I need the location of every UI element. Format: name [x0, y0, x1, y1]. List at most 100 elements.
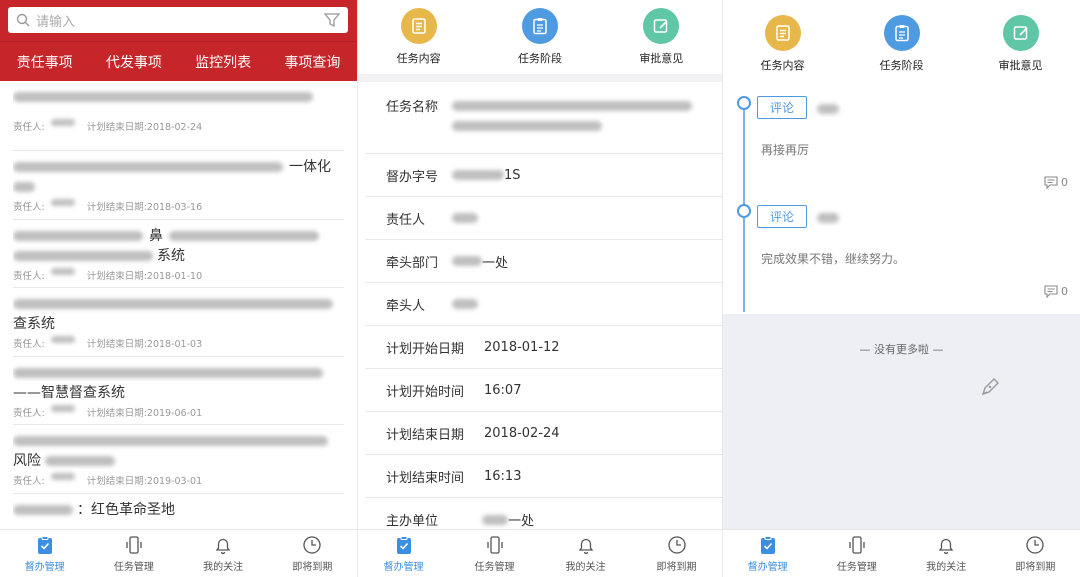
section-task-content[interactable]: 任务内容: [397, 8, 441, 66]
tab-supervise[interactable]: 督办管理: [358, 530, 449, 577]
list-item[interactable]: 鼻 系统 责任人: 计划结束日期:2018-01-10: [13, 220, 344, 288]
due-date: 计划结束日期:2018-02-24: [86, 122, 203, 133]
comment-button[interactable]: 评论: [757, 96, 808, 119]
owner-label: 责任人:: [13, 270, 45, 282]
plan-start-time-row: 计划开始时间 16:07: [366, 369, 722, 412]
list-item[interactable]: 责任人: 计划结束日期:2018-02-24: [13, 81, 344, 151]
tab-my-follow[interactable]: 我的关注: [540, 530, 631, 577]
tab-label: 我的关注: [203, 561, 244, 573]
section-icons: 任务内容 任务阶段 审批意见: [723, 0, 1080, 88]
tab-supervise[interactable]: 督办管理: [0, 530, 89, 577]
owner-label: 责任人:: [13, 339, 45, 350]
field-label: 责任人: [386, 212, 426, 228]
section-label: 审批意见: [998, 59, 1043, 72]
dept-row: 牵头部门 一处: [366, 240, 722, 283]
clipboard-icon: [883, 15, 920, 51]
section-label: 审批意见: [639, 52, 684, 65]
comment-button[interactable]: 评论: [757, 205, 808, 228]
plan-end-date-value: 2018-02-24: [484, 425, 560, 441]
tab-label: 任务管理: [113, 561, 154, 573]
timeline-dot: [737, 96, 751, 110]
tab-my-follow[interactable]: 我的关注: [902, 530, 991, 577]
bottom-tabbar: 督办管理 任务管理 我的关注 即将到期: [723, 529, 1080, 577]
section-task-content[interactable]: 任务内容: [761, 15, 805, 73]
lead-row: 牵头人: [366, 283, 722, 326]
plan-end-time-row: 计划结束时间 16:13: [366, 455, 722, 498]
tab-label: 我的关注: [565, 561, 606, 573]
comment-icon: [1044, 176, 1058, 189]
field-label: 计划结束日期: [386, 427, 465, 443]
task-name-value: [452, 96, 692, 136]
list-item[interactable]: 一体化 责任人: 计划结束日期:2018-03-16: [13, 151, 344, 220]
comment-icon: [1044, 285, 1058, 298]
list-header: 请输入 责任事项 代发事项 监控列表 事项查询: [0, 0, 357, 81]
search-input[interactable]: 请输入: [8, 7, 348, 33]
tab-task-manage[interactable]: 任务管理: [449, 530, 540, 577]
tab-supervise[interactable]: 督办管理: [723, 530, 812, 577]
section-approval[interactable]: 审批意见: [999, 15, 1043, 73]
tab-task-manage[interactable]: 任务管理: [812, 530, 901, 577]
clipboard-check-icon: [37, 535, 52, 554]
due-date: 计划结束日期:2018-03-16: [86, 202, 203, 213]
tab-label: 即将到期: [656, 561, 697, 573]
task-name-row: 任务名称: [366, 82, 722, 154]
item-title: 查系统: [13, 316, 55, 332]
tab-due-soon[interactable]: 即将到期: [991, 530, 1080, 577]
field-label: 计划结束时间: [386, 470, 465, 486]
tab-label: 任务管理: [474, 561, 515, 573]
comment-text: 完成效果不错，继续努力。: [761, 252, 906, 266]
edit-icon: [643, 8, 680, 44]
no-more-text: — 没有更多啦 —: [859, 343, 944, 356]
section-icons: 任务内容 任务阶段 审批意见: [358, 0, 722, 82]
field-label: 计划开始时间: [386, 384, 465, 400]
reply-count[interactable]: 0: [1044, 285, 1068, 298]
reply-count[interactable]: 0: [1044, 176, 1068, 189]
owner-label: 责任人:: [13, 476, 45, 487]
tab-delegated[interactable]: 代发事项: [89, 52, 178, 72]
filter-icon[interactable]: [324, 12, 340, 28]
tab-monitor[interactable]: 监控列表: [179, 52, 268, 72]
timeline-dot: [737, 204, 751, 218]
tab-query[interactable]: 事项查询: [268, 52, 357, 72]
doc-no-value: 1S: [504, 167, 521, 183]
owner-label: 责任人:: [13, 122, 45, 133]
write-comment-icon[interactable]: [979, 376, 1001, 398]
tab-label: 督办管理: [383, 561, 424, 573]
comment-timeline: 评论 再接再厉 0 评论 完成效果不错，继续努力。 0: [723, 88, 1080, 312]
item-title: ——智慧督查系统: [13, 384, 125, 401]
section-task-stage[interactable]: 任务阶段: [880, 15, 924, 73]
list-item[interactable]: ——智慧督查系统 责任人: 计划结束日期:2019-06-01: [13, 357, 344, 425]
due-date: 计划结束日期:2019-03-01: [86, 476, 203, 487]
task-detail-panel: 任务内容 任务阶段 审批意见 任务名称 督办字号 1S 责任人 牵头部门 一处: [358, 0, 722, 577]
tab-due-soon[interactable]: 即将到期: [268, 530, 357, 577]
tab-task-manage[interactable]: 任务管理: [89, 530, 178, 577]
comment-entry: 评论 完成效果不错，继续努力。 0: [757, 205, 1068, 305]
tab-due-soon[interactable]: 即将到期: [631, 530, 722, 577]
task-form: 任务名称 督办字号 1S 责任人 牵头部门 一处 牵头人 计划开始日期 2018…: [358, 82, 722, 541]
clock-icon: [1026, 535, 1045, 554]
doc-no-row: 督办字号 1S: [366, 154, 722, 197]
field-label: 计划开始日期: [386, 341, 465, 357]
plan-start-date-row: 计划开始日期 2018-01-12: [366, 326, 722, 369]
bottom-tabbar: 督办管理 任务管理 我的关注 即将到期: [358, 529, 722, 577]
edit-icon: [1002, 15, 1039, 51]
section-label: 任务内容: [760, 59, 805, 72]
list-item[interactable]: 查系统 责任人: 计划结束日期:2018-01-03: [13, 288, 344, 357]
tab-responsibility[interactable]: 责任事项: [0, 52, 89, 72]
due-date: 计划结束日期:2018-01-03: [86, 339, 203, 350]
section-task-stage[interactable]: 任务阶段: [518, 8, 562, 66]
plan-end-time-value: 16:13: [484, 468, 522, 484]
list-item[interactable]: 风险 责任人: 计划结束日期:2019-03-01: [13, 425, 344, 494]
tab-label: 我的关注: [926, 561, 967, 573]
item-title: ：红色革命圣地: [77, 501, 175, 518]
tab-my-follow[interactable]: 我的关注: [179, 530, 268, 577]
owner-label: 责任人:: [13, 202, 45, 213]
field-label: 主办单位: [386, 514, 439, 529]
due-date: 计划结束日期:2018-01-10: [86, 270, 203, 282]
section-approval[interactable]: 审批意见: [639, 8, 683, 66]
tab-label: 督办管理: [24, 561, 65, 573]
item-title-2: 系统: [157, 247, 185, 264]
field-label: 牵头人: [386, 298, 426, 314]
bell-icon: [578, 538, 593, 554]
owner-row: 责任人: [366, 197, 722, 240]
